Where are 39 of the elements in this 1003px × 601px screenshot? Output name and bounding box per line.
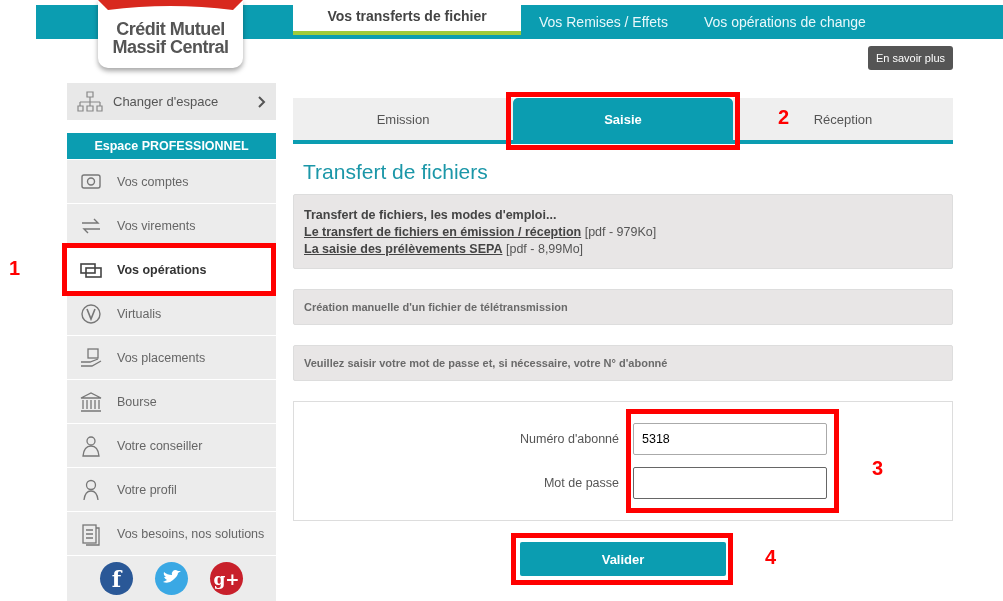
validate-button[interactable]: Valider [520, 542, 726, 576]
annotation-number: 4 [764, 546, 776, 569]
learn-more-button[interactable]: En savoir plus [867, 46, 953, 70]
annotation-number: 3 [871, 457, 883, 480]
page-title: Transfert de fichiers [303, 160, 489, 184]
sidebar-item[interactable]: Votre conseiller [67, 423, 276, 467]
sidebar-item[interactable]: Bourse [67, 379, 276, 423]
field-label: Numéro d'abonné [519, 432, 619, 446]
document-link[interactable]: Le transfert de fichiers en émission / réception [304, 225, 582, 239]
sidebar-item[interactable]: Votre profil [67, 467, 276, 511]
facebook-icon[interactable]: f [100, 562, 133, 595]
annotation-number: 1 [9, 257, 21, 280]
sidebar-item[interactable]: Vos placements [67, 335, 276, 379]
input-field[interactable]: 5318 [633, 423, 827, 455]
chevron-icon [258, 95, 266, 108]
hierarchy-icon [77, 90, 103, 113]
focused-input-field[interactable] [633, 467, 827, 499]
document-link[interactable]: La saisie des prélèvements SEPA [304, 242, 503, 256]
top-tab[interactable]: Vos opérations de change [685, 5, 884, 39]
switch-space-button[interactable]: Changer d'espace [67, 83, 276, 120]
field-label: Mot de passe [542, 476, 619, 490]
bank-logo: Crédit Mutuel Massif Central [98, 0, 243, 68]
v-circle-icon [78, 301, 104, 326]
sidebar-item[interactable]: Vos comptes [67, 159, 276, 203]
sub-tab[interactable]: Emission [293, 98, 513, 140]
switch-space-label: Changer d'espace [113, 94, 220, 109]
sidebar-item[interactable]: Vos besoins, nos solutions [67, 511, 276, 555]
notice-panel: Veuillez saisir votre mot de passe et, si nécessaire, votre N° d'abonné [293, 345, 953, 381]
top-tab[interactable]: Vos Remises / Effets [521, 5, 686, 39]
sub-tab[interactable]: Saisie [513, 98, 733, 140]
section-header: Espace PROFESSIONNEL [67, 133, 276, 159]
file-info: [pdf - 979Ko] [584, 225, 657, 239]
panel-heading: Transfert de fichiers, les modes d'emploi... [304, 207, 558, 224]
notice-panel: Création manuelle d'un fichier de télétransmission [293, 289, 953, 325]
file-info: [pdf - 8,99Mo] [505, 242, 584, 256]
annotation-number: 2 [777, 106, 789, 129]
google-plus-icon[interactable]: g+ [210, 562, 243, 595]
hand-stack-icon [78, 345, 104, 370]
twitter-icon[interactable] [155, 562, 188, 595]
